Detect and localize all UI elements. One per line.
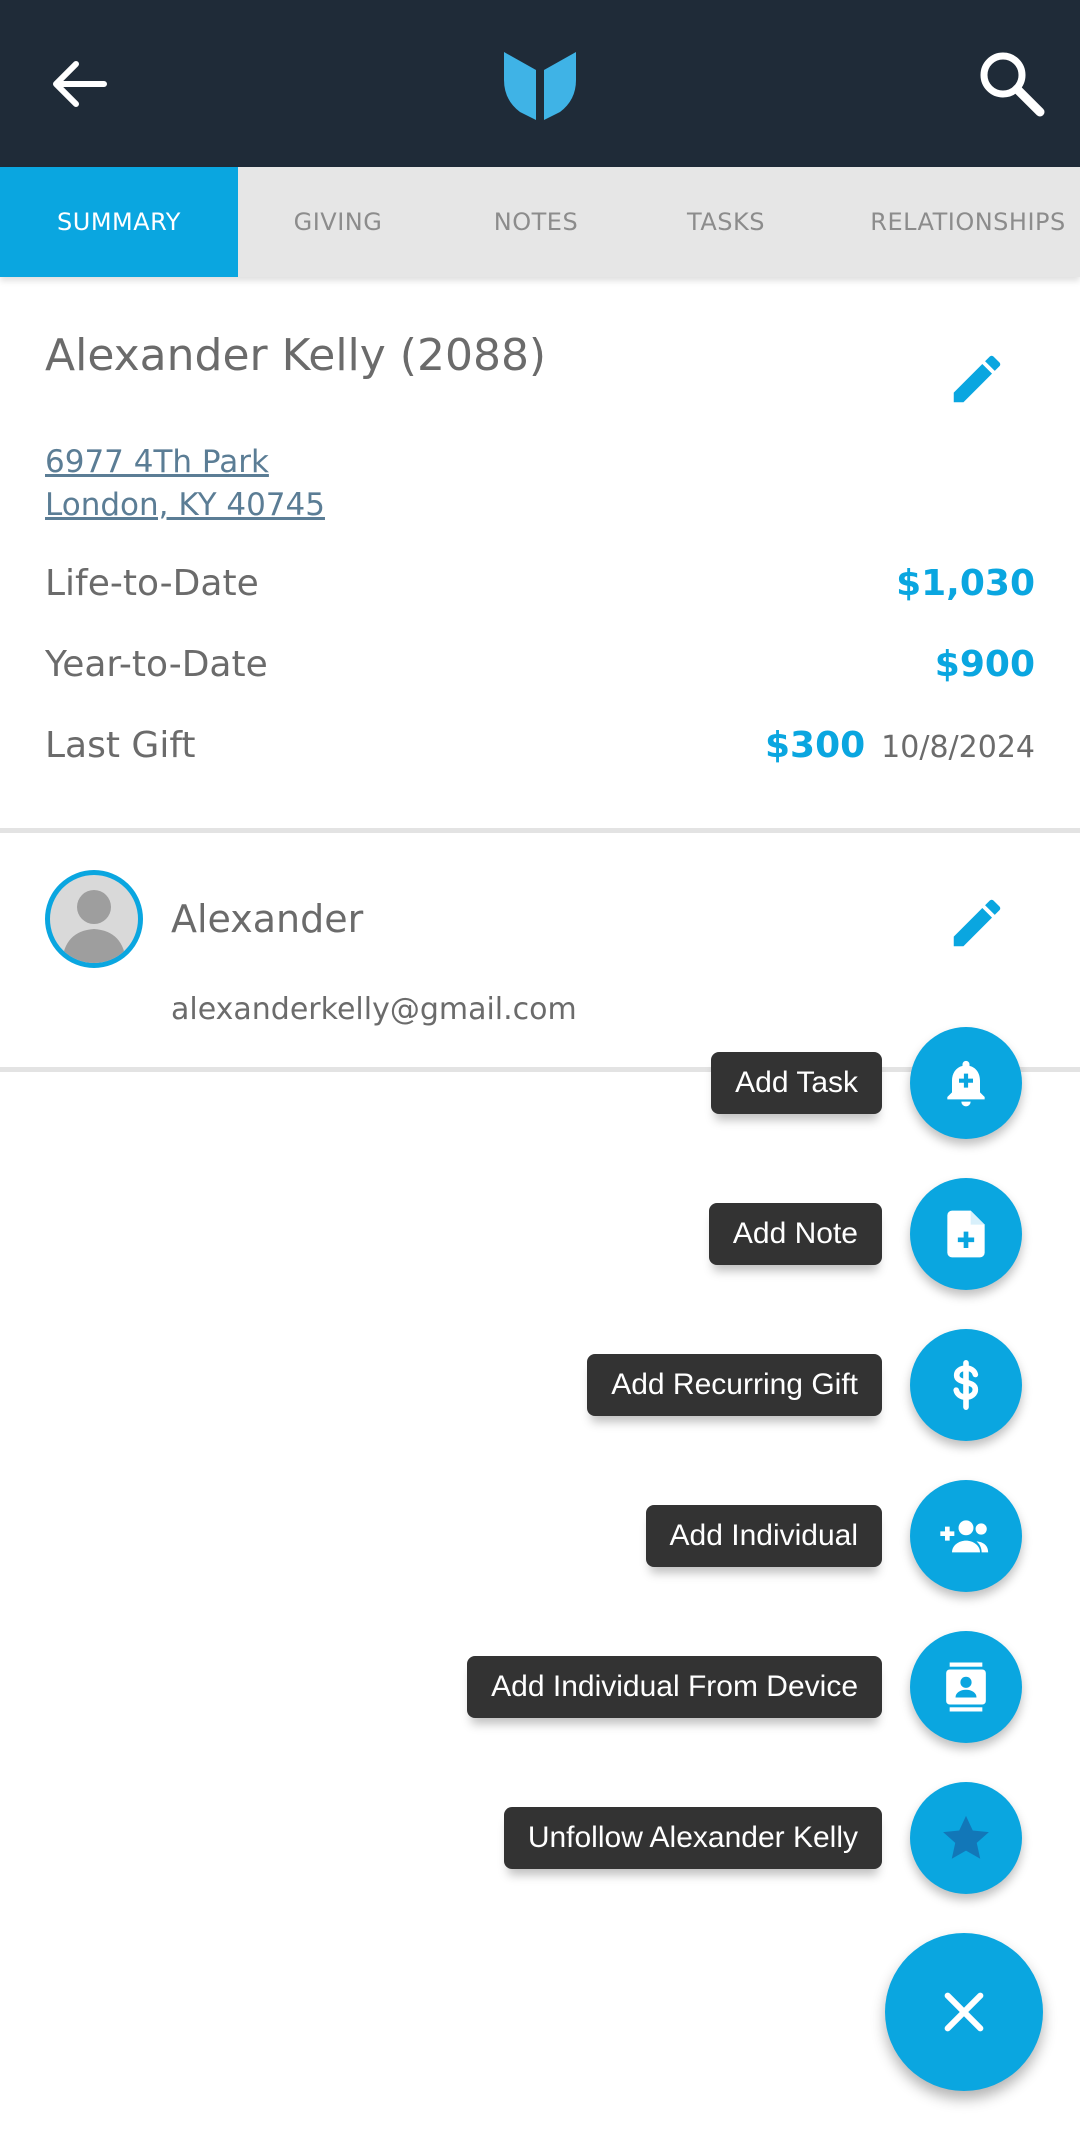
app-logo-icon [500,44,580,124]
search-icon[interactable] [976,48,1046,118]
fab-add-note[interactable]: Add Note [708,1178,1022,1290]
close-icon[interactable] [885,1933,1043,2091]
fab-label[interactable]: Add Recurring Gift [587,1354,882,1416]
contact-card-icon[interactable] [910,1631,1022,1743]
contact-name: Alexander [171,897,364,941]
fab-label[interactable]: Add Individual [645,1505,882,1567]
fab-add-individual-from-device[interactable]: Add Individual From Device [467,1631,1022,1743]
fab-add-individual[interactable]: Add Individual [645,1480,1022,1592]
tab-relationships[interactable]: RELATIONSHIPS [818,167,1080,277]
fab-add-task[interactable]: Add Task [711,1027,1022,1139]
fab-label[interactable]: Add Task [711,1052,882,1114]
life-to-date-label: Life-to-Date [45,563,259,604]
edit-icon[interactable] [946,892,1008,954]
star-icon[interactable] [910,1782,1022,1894]
tab-bar: SUMMARY GIVING NOTES TASKS RELATIONSHIPS [0,167,1080,277]
last-gift-value: $300 [764,725,866,766]
fab-add-recurring-gift[interactable]: Add Recurring Gift [587,1329,1022,1441]
fab-label[interactable]: Add Note [708,1203,882,1265]
address-line-2[interactable]: London, KY 40745 [45,487,325,523]
tab-notes[interactable]: NOTES [438,167,634,277]
group-add-icon[interactable] [910,1480,1022,1592]
summary-card: Alexander Kelly (2088) 6977 4Th Park Lon… [0,280,1080,830]
tab-tasks[interactable]: TASKS [634,167,818,277]
dollar-icon[interactable] [910,1329,1022,1441]
address-line-1[interactable]: 6977 4Th Park [45,444,269,480]
year-to-date-value: $900 [934,644,1035,685]
contact-email[interactable]: alexanderkelly@gmail.com [171,992,577,1027]
last-gift-label: Last Gift [45,725,196,766]
tab-summary[interactable]: SUMMARY [0,167,238,277]
fab-label[interactable]: Unfollow Alexander Kelly [503,1807,882,1869]
avatar [45,870,143,968]
note-add-icon[interactable] [910,1178,1022,1290]
last-gift-values: $300 10/8/2024 [765,725,1035,766]
constituent-name: Alexander Kelly (2088) [45,330,547,381]
edit-icon[interactable] [946,348,1008,410]
fab-unfollow[interactable]: Unfollow Alexander Kelly [503,1782,1022,1894]
bell-plus-icon[interactable] [910,1027,1022,1139]
app-header [0,0,1080,167]
year-to-date-label: Year-to-Date [45,644,268,685]
last-gift-date: 10/8/2024 [881,730,1035,765]
section-divider [0,828,1080,833]
fab-label[interactable]: Add Individual From Device [467,1656,882,1718]
life-to-date-value: $1,030 [896,563,1035,604]
tab-giving[interactable]: GIVING [238,167,438,277]
arrow-left-icon[interactable] [48,52,112,116]
